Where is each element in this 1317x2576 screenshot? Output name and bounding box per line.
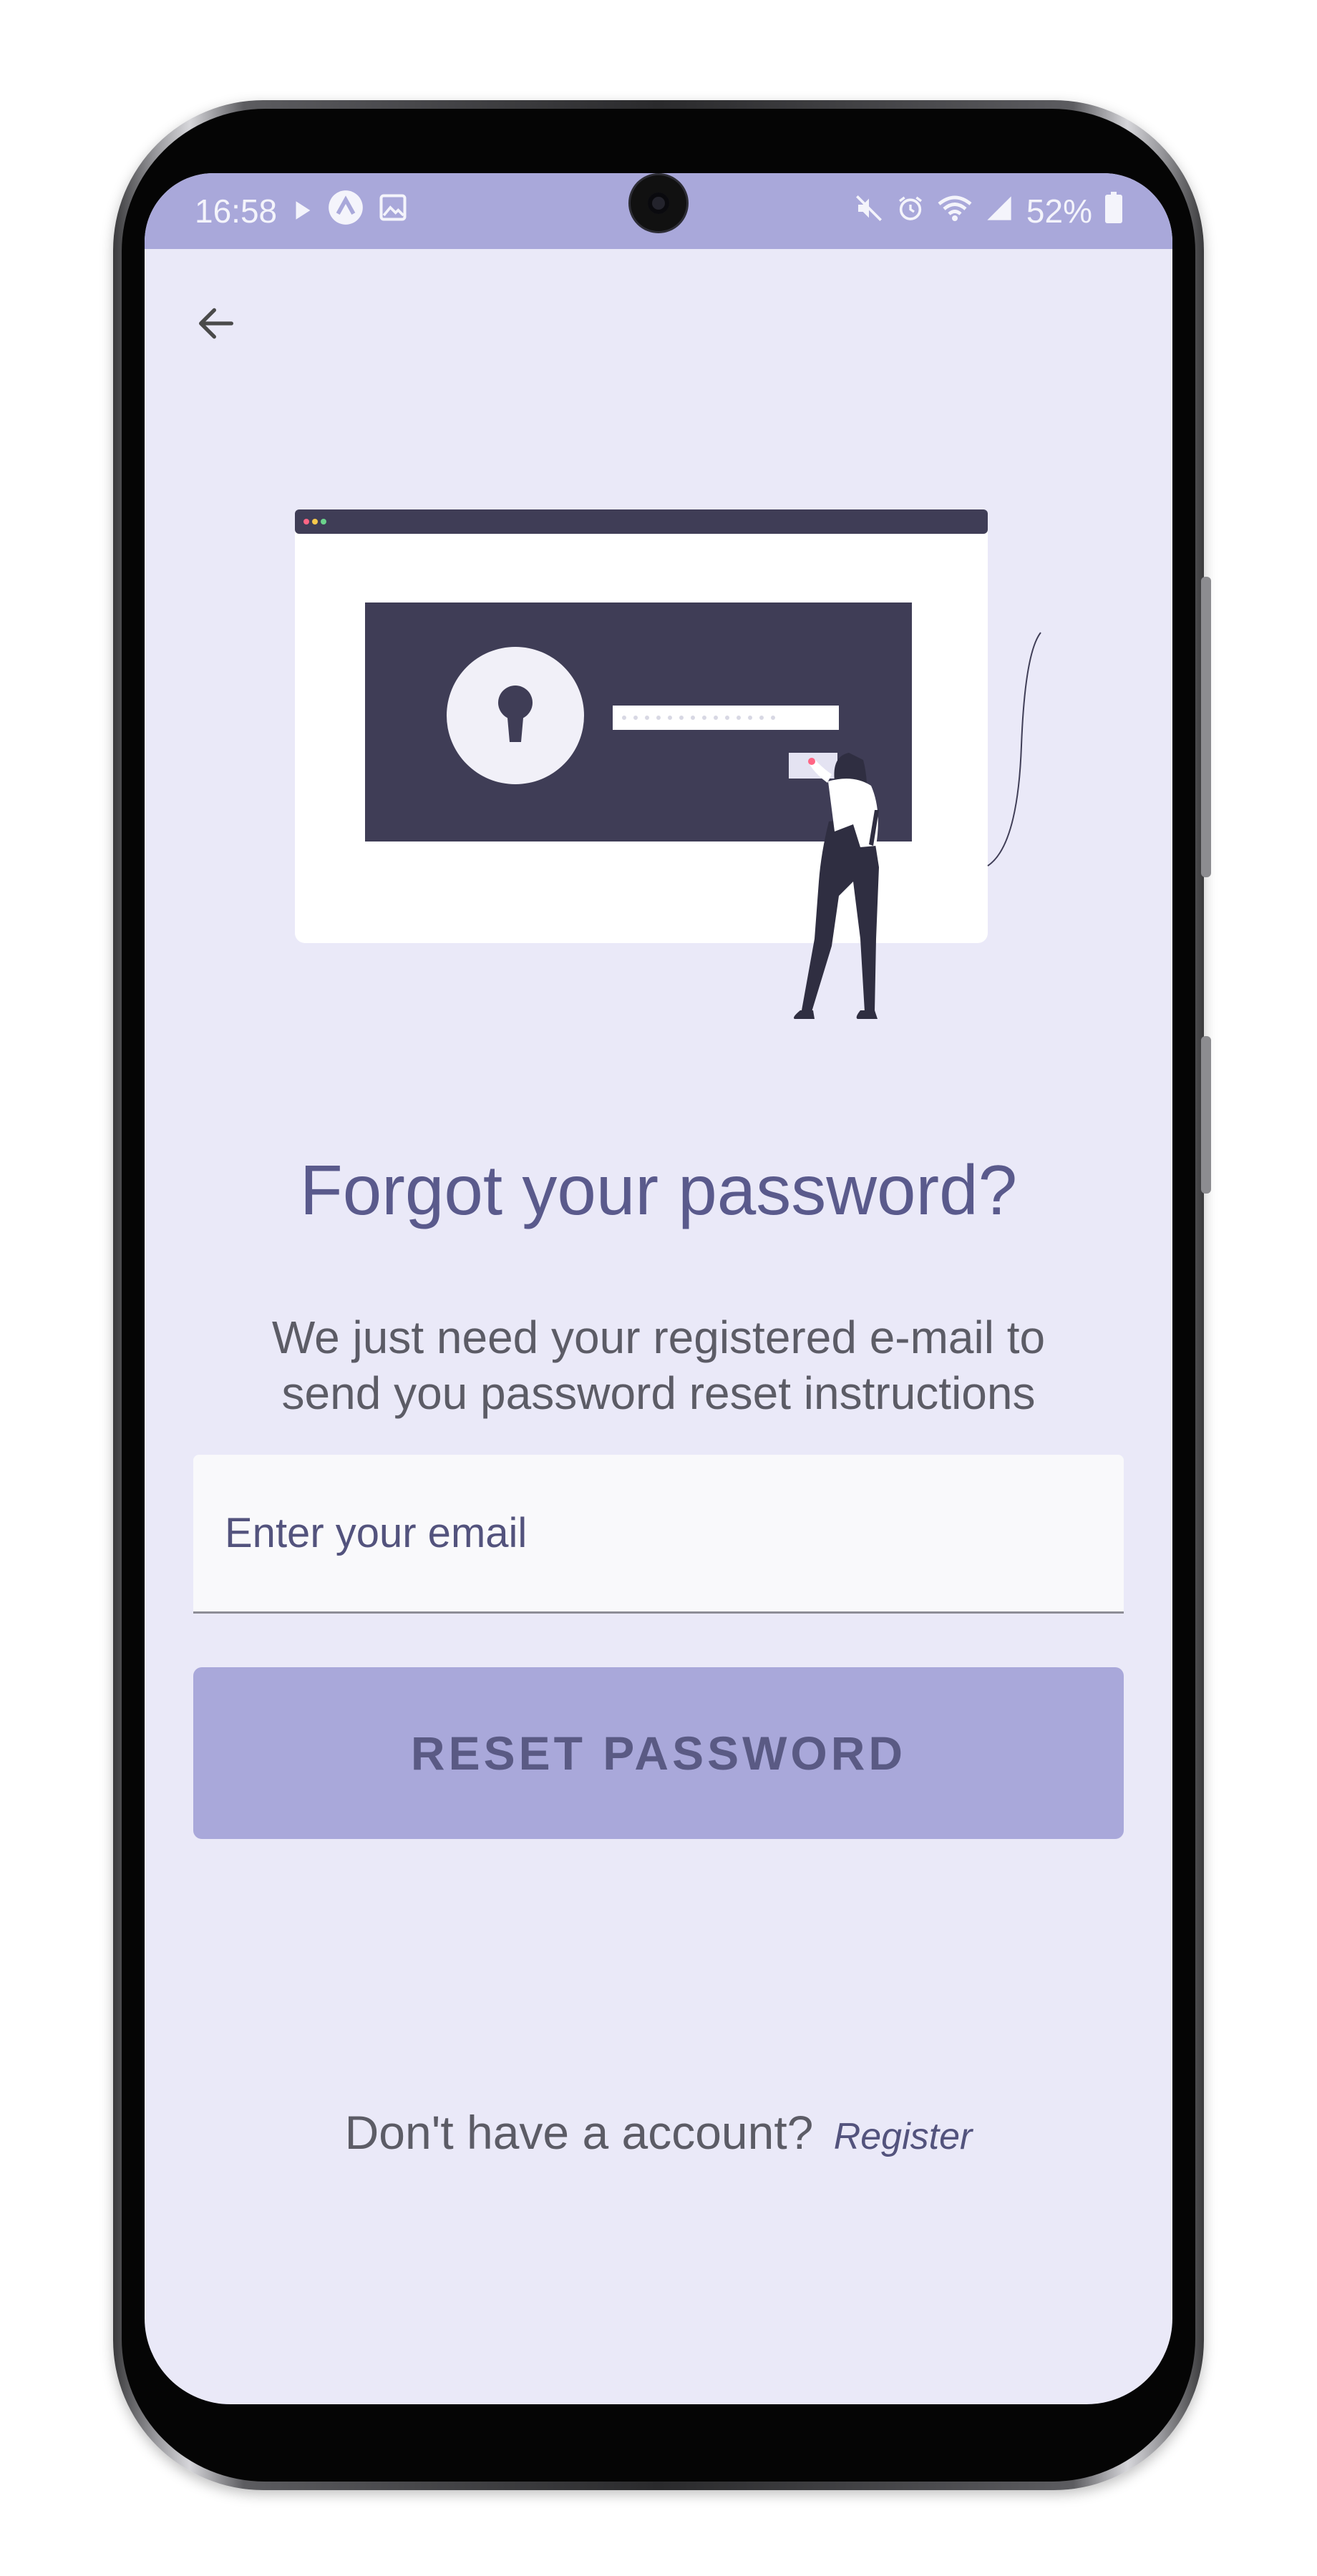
gallery-icon bbox=[377, 192, 409, 231]
mute-icon bbox=[855, 192, 883, 230]
forgot-password-illustration bbox=[295, 509, 1041, 1019]
status-bar-right: 52% bbox=[855, 191, 1122, 231]
battery-icon bbox=[1105, 191, 1122, 231]
power-button bbox=[1201, 1036, 1211, 1194]
page-title: Forgot your password? bbox=[299, 1151, 1018, 1229]
subtitle-line-2: send you password reset instructions bbox=[281, 1367, 1036, 1419]
register-link[interactable]: Register bbox=[834, 2116, 973, 2157]
play-icon bbox=[290, 192, 314, 230]
register-prompt: Don't have a account? bbox=[344, 2106, 814, 2159]
status-bar-left: 16:58 bbox=[195, 189, 409, 234]
email-field[interactable] bbox=[193, 1455, 1124, 1614]
app-logo-icon bbox=[327, 189, 364, 234]
status-time: 16:58 bbox=[195, 192, 278, 230]
app-screen: 16:58 52% Forgot your password? We just … bbox=[145, 173, 1172, 2404]
arrow-left-icon bbox=[199, 308, 233, 339]
reset-password-button[interactable]: RESET PASSWORD bbox=[193, 1667, 1124, 1839]
alarm-icon bbox=[896, 192, 925, 230]
register-row: Don't have a account? Register bbox=[145, 2105, 1172, 2160]
email-input[interactable] bbox=[193, 1455, 1124, 1611]
back-button[interactable] bbox=[180, 288, 252, 359]
wifi-icon bbox=[938, 192, 972, 230]
front-camera bbox=[628, 173, 689, 233]
signal-icon bbox=[985, 192, 1014, 230]
volume-button bbox=[1201, 577, 1211, 877]
battery-text: 52% bbox=[1026, 192, 1092, 230]
page-subtitle: We just need your registered e-mail to s… bbox=[145, 1309, 1172, 1421]
subtitle-line-1: We just need your registered e-mail to bbox=[271, 1312, 1046, 1363]
